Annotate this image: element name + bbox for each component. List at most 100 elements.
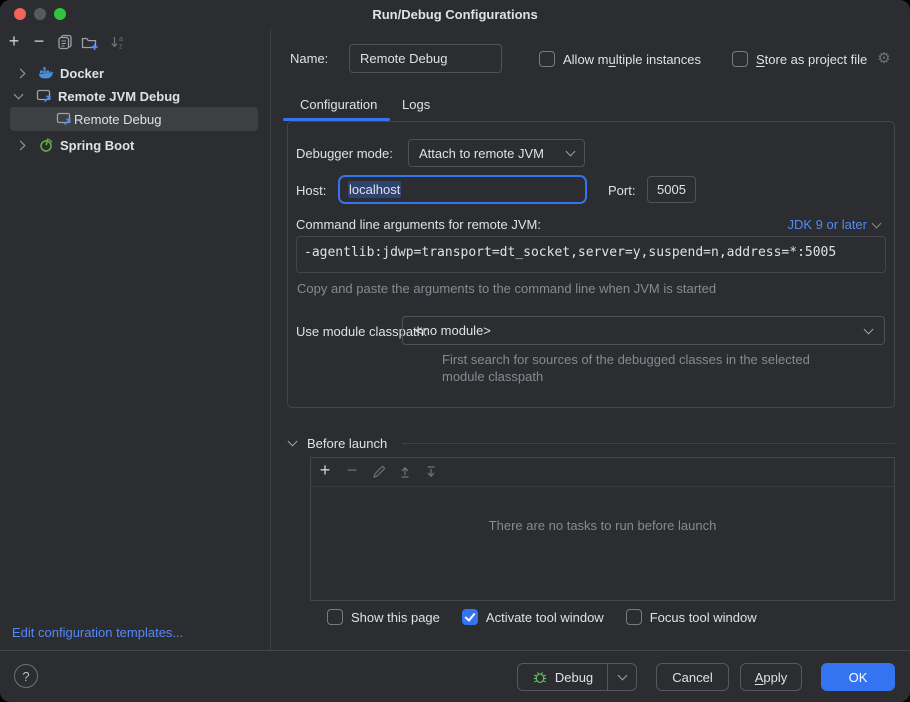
remote-jvm-debug-icon xyxy=(36,88,52,104)
host-label: Host: xyxy=(296,183,326,198)
focus-tool-window-label: Focus tool window xyxy=(650,610,757,625)
store-as-project-file-label: Store as project file xyxy=(756,52,867,67)
tab-logs[interactable]: Logs xyxy=(402,97,430,112)
name-label: Name: xyxy=(290,51,328,66)
checkbox-icon[interactable] xyxy=(626,609,642,625)
remove-task-button[interactable]: − xyxy=(342,460,362,480)
plus-icon: + xyxy=(9,32,20,50)
host-value-selected-text: localhost xyxy=(348,181,401,198)
edit-task-button[interactable] xyxy=(369,462,389,482)
copy-icon xyxy=(57,34,73,50)
cmdline-arguments-label: Command line arguments for remote JVM: xyxy=(296,217,541,232)
chevron-down-icon[interactable] xyxy=(14,90,24,100)
sidebar-divider xyxy=(270,28,271,650)
tree-item-remote-jvm-debug[interactable]: Remote JVM Debug xyxy=(0,84,270,108)
ok-button[interactable]: OK xyxy=(821,663,895,691)
chevron-down-icon xyxy=(566,147,576,157)
bug-icon xyxy=(532,669,548,685)
apply-button[interactable]: Apply xyxy=(740,663,802,691)
port-input[interactable]: 5005 xyxy=(647,176,696,203)
cmdline-hint: Copy and paste the arguments to the comm… xyxy=(297,281,716,296)
module-classpath-value: <no module> xyxy=(415,323,491,338)
module-classpath-hint: First search for sources of the debugged… xyxy=(442,351,842,385)
tree-item-docker[interactable]: Docker xyxy=(0,61,270,85)
host-input[interactable]: localhost xyxy=(338,175,587,204)
debug-options-dropdown[interactable] xyxy=(607,664,636,690)
chevron-right-icon[interactable] xyxy=(16,68,26,78)
checkbox-icon[interactable] xyxy=(327,609,343,625)
debug-split-button[interactable]: Debug xyxy=(517,663,637,691)
tree-item-label: Spring Boot xyxy=(60,138,134,153)
module-classpath-select[interactable]: <no module> xyxy=(402,316,885,345)
task-toolbar-divider xyxy=(311,486,894,487)
chevron-right-icon[interactable] xyxy=(16,140,26,150)
chevron-down-icon xyxy=(872,218,882,228)
apply-button-label: Apply xyxy=(755,670,788,685)
activate-tool-window-label: Activate tool window xyxy=(486,610,604,625)
spring-boot-icon xyxy=(38,137,54,153)
debugger-mode-label: Debugger mode: xyxy=(296,146,393,161)
remove-configuration-button[interactable]: − xyxy=(29,31,49,51)
before-launch-empty-text: There are no tasks to run before launch xyxy=(310,518,895,533)
minus-icon: − xyxy=(347,461,358,479)
new-folder-icon xyxy=(81,34,99,51)
debug-button[interactable]: Debug xyxy=(518,669,607,685)
ok-button-label: OK xyxy=(849,670,868,685)
name-value: Remote Debug xyxy=(360,51,447,66)
tree-item-label: Remote Debug xyxy=(74,112,161,127)
svg-text:a: a xyxy=(119,36,123,43)
help-button[interactable]: ? xyxy=(14,664,38,688)
show-this-page-label: Show this page xyxy=(351,610,440,625)
add-task-button[interactable]: + xyxy=(315,460,335,480)
docker-icon xyxy=(38,65,54,81)
tree-item-remote-debug-selected[interactable]: Remote Debug xyxy=(10,107,258,131)
chevron-down-icon xyxy=(864,324,874,334)
name-input[interactable]: Remote Debug xyxy=(349,44,502,73)
store-as-project-file-checkbox[interactable]: Store as project file ⚙ xyxy=(732,51,891,67)
edit-configuration-templates-link[interactable]: Edit configuration templates... xyxy=(12,625,183,640)
pencil-icon xyxy=(371,464,387,480)
checkbox-checked-icon[interactable] xyxy=(462,609,478,625)
copy-configuration-button[interactable] xyxy=(55,32,75,52)
cmdline-arguments-field[interactable]: -agentlib:jdwp=transport=dt_socket,serve… xyxy=(296,236,886,273)
tree-item-spring-boot[interactable]: Spring Boot xyxy=(0,133,270,157)
chevron-down-icon xyxy=(617,671,627,681)
port-value: 5005 xyxy=(657,182,686,197)
show-this-page-checkbox[interactable]: Show this page xyxy=(327,609,440,625)
footer-divider xyxy=(0,650,910,651)
run-debug-configurations-dialog: Run/Debug Configurations + − a z xyxy=(0,0,910,702)
port-label: Port: xyxy=(608,183,635,198)
plus-icon: + xyxy=(320,461,331,479)
new-folder-button[interactable] xyxy=(80,32,100,52)
tree-item-label: Remote JVM Debug xyxy=(58,89,180,104)
debugger-mode-select[interactable]: Attach to remote JVM xyxy=(408,139,585,167)
cancel-button-label: Cancel xyxy=(672,670,712,685)
page-options-row: Show this page Activate tool window Focu… xyxy=(327,609,757,625)
allow-multiple-instances-checkbox[interactable]: Allow multiple instances xyxy=(539,51,701,67)
tree-item-label: Docker xyxy=(60,66,104,81)
allow-multiple-instances-label: Allow multiple instances xyxy=(563,52,701,67)
checkbox-icon[interactable] xyxy=(539,51,555,67)
activate-tool-window-checkbox[interactable]: Activate tool window xyxy=(462,609,604,625)
jdk-version-value: JDK 9 or later xyxy=(788,217,867,232)
question-mark-icon: ? xyxy=(22,669,29,684)
tab-configuration[interactable]: Configuration xyxy=(300,97,377,112)
before-launch-divider xyxy=(402,443,895,444)
sort-alphabetically-icon: a z xyxy=(110,34,126,50)
sort-configurations-button[interactable]: a z xyxy=(108,32,128,52)
add-configuration-button[interactable]: + xyxy=(4,31,24,51)
debug-button-label: Debug xyxy=(555,670,593,685)
before-launch-title: Before launch xyxy=(307,436,387,451)
jdk-version-selector[interactable]: JDK 9 or later xyxy=(788,217,880,232)
minus-icon: − xyxy=(34,32,45,50)
move-task-down-button[interactable] xyxy=(421,462,441,482)
collapse-before-launch-icon[interactable] xyxy=(288,437,298,447)
checkbox-icon[interactable] xyxy=(732,51,748,67)
focus-tool-window-checkbox[interactable]: Focus tool window xyxy=(626,609,757,625)
dialog-title: Run/Debug Configurations xyxy=(0,7,910,22)
move-task-up-button[interactable] xyxy=(395,462,415,482)
cancel-button[interactable]: Cancel xyxy=(656,663,729,691)
gear-icon[interactable]: ⚙ xyxy=(877,51,890,67)
svg-text:z: z xyxy=(119,44,123,51)
remote-debug-icon xyxy=(56,111,72,127)
